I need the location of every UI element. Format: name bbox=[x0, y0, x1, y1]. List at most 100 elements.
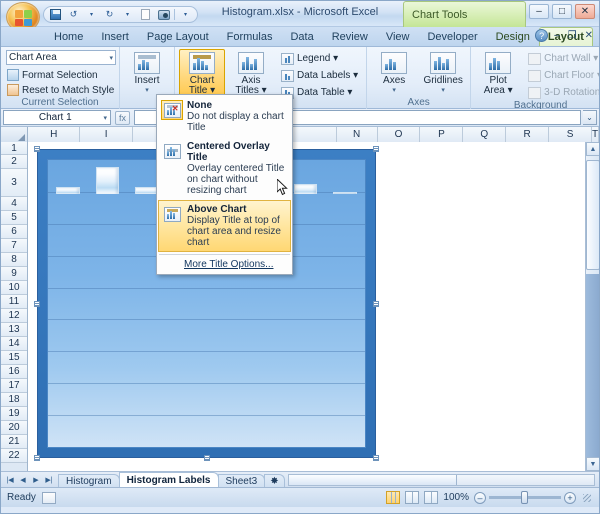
row-header-2[interactable]: 2 bbox=[1, 155, 27, 169]
chart-title-button[interactable]: Chart Title ▾ bbox=[179, 49, 225, 97]
row-header-1[interactable]: 1 bbox=[1, 142, 27, 155]
menu-item-more-title-options[interactable]: More Title Options... bbox=[158, 257, 291, 273]
previous-sheet-button[interactable]: ◀ bbox=[17, 474, 29, 486]
row-header-15[interactable]: 15 bbox=[1, 351, 27, 365]
row-header-5[interactable]: 5 bbox=[1, 211, 27, 225]
vertical-scroll-track[interactable] bbox=[586, 274, 599, 457]
print-preview-icon[interactable] bbox=[156, 7, 171, 22]
page-layout-view-button[interactable] bbox=[405, 491, 420, 504]
resize-handle-middle-left[interactable] bbox=[34, 300, 40, 307]
column-header-m[interactable] bbox=[289, 127, 337, 142]
row-header-3[interactable]: 3 bbox=[1, 169, 27, 197]
sheet-tab-sheet3[interactable]: Sheet3 bbox=[217, 473, 266, 488]
menu-item-centered-overlay-title[interactable]: Centered Overlay Title Overlay centered … bbox=[158, 137, 291, 200]
row-header-6[interactable]: 6 bbox=[1, 225, 27, 239]
tab-design[interactable]: Design bbox=[487, 27, 539, 46]
sheet-tab-histogram-labels[interactable]: Histogram Labels bbox=[118, 471, 219, 488]
row-header-19[interactable]: 19 bbox=[1, 407, 27, 421]
insert-function-button[interactable]: fx bbox=[115, 110, 130, 125]
redo-icon[interactable]: ↻ bbox=[102, 7, 117, 22]
select-all-button[interactable] bbox=[1, 127, 28, 142]
reset-to-match-style-button[interactable]: Reset to Match Style bbox=[5, 83, 114, 97]
plot-area-button[interactable]: Plot Area ▾ bbox=[475, 49, 521, 97]
chart-element-combo[interactable]: Chart Area ▾ bbox=[6, 50, 116, 65]
tab-formulas[interactable]: Formulas bbox=[218, 27, 282, 46]
horizontal-scroll-thumb[interactable] bbox=[288, 474, 457, 485]
row-header-8[interactable]: 8 bbox=[1, 253, 27, 267]
column-header-o[interactable]: O bbox=[377, 127, 421, 142]
bar-7[interactable] bbox=[293, 184, 318, 195]
next-sheet-button[interactable]: ▶ bbox=[30, 474, 42, 486]
undo-dropdown-icon[interactable]: ▾ bbox=[84, 7, 99, 22]
insert-worksheet-button[interactable]: ✸ bbox=[264, 473, 285, 488]
data-labels-button[interactable]: Data Labels ▾ bbox=[277, 68, 362, 83]
close-button[interactable]: ✕ bbox=[575, 4, 595, 19]
row-header-17[interactable]: 17 bbox=[1, 379, 27, 393]
record-macro-icon[interactable] bbox=[41, 491, 56, 504]
column-header-r[interactable]: R bbox=[506, 127, 550, 142]
resize-handle-bottom-left[interactable] bbox=[34, 455, 40, 461]
zoom-slider-thumb[interactable] bbox=[521, 491, 528, 504]
tab-review[interactable]: Review bbox=[323, 27, 377, 46]
minimize-button[interactable]: – bbox=[529, 4, 549, 19]
axes-button[interactable]: Axes ▾ bbox=[371, 49, 417, 97]
restore-workbook-button[interactable]: ❐ bbox=[566, 30, 579, 41]
row-header-10[interactable]: 10 bbox=[1, 281, 27, 295]
bar-8[interactable] bbox=[333, 192, 358, 195]
row-header-14[interactable]: 14 bbox=[1, 337, 27, 351]
column-header-i[interactable]: I bbox=[80, 127, 133, 142]
redo-dropdown-icon[interactable]: ▾ bbox=[120, 7, 135, 22]
zoom-slider-track[interactable] bbox=[489, 491, 561, 504]
row-header-11[interactable]: 11 bbox=[1, 295, 27, 309]
scroll-up-button[interactable]: ▲ bbox=[586, 142, 599, 156]
tab-insert[interactable]: Insert bbox=[92, 27, 138, 46]
column-header-s[interactable]: S bbox=[549, 127, 592, 142]
row-header-7[interactable]: 7 bbox=[1, 239, 27, 253]
new-icon[interactable] bbox=[138, 7, 153, 22]
column-header-t[interactable]: T bbox=[591, 127, 599, 142]
resize-handle-middle-right[interactable] bbox=[373, 300, 379, 307]
tab-developer[interactable]: Developer bbox=[418, 27, 486, 46]
tab-home[interactable]: Home bbox=[45, 27, 92, 46]
row-header-12[interactable]: 12 bbox=[1, 309, 27, 323]
undo-icon[interactable]: ↺ bbox=[66, 7, 81, 22]
zoom-out-button[interactable]: – bbox=[474, 491, 486, 504]
row-header-16[interactable]: 16 bbox=[1, 365, 27, 379]
maximize-button[interactable]: □ bbox=[552, 4, 572, 19]
help-icon[interactable]: ? bbox=[535, 29, 549, 42]
resize-handle-bottom-right[interactable] bbox=[373, 455, 379, 461]
resize-handle-top-left[interactable] bbox=[34, 146, 40, 152]
menu-item-none[interactable]: ✕ None Do not display a chart Title bbox=[158, 96, 291, 137]
vertical-scroll-thumb[interactable] bbox=[586, 160, 599, 270]
resize-grip[interactable] bbox=[581, 492, 593, 504]
column-header-p[interactable]: P bbox=[420, 127, 464, 142]
format-selection-button[interactable]: Format Selection bbox=[5, 68, 98, 82]
zoom-level[interactable]: 100% bbox=[443, 492, 469, 503]
row-header-22[interactable]: 22 bbox=[1, 449, 27, 463]
tab-page-layout[interactable]: Page Layout bbox=[138, 27, 218, 46]
menu-item-above-chart[interactable]: Above Chart Display Title at top of char… bbox=[158, 200, 291, 252]
page-break-preview-button[interactable] bbox=[424, 491, 439, 504]
tab-view[interactable]: View bbox=[377, 27, 419, 46]
vertical-scrollbar[interactable]: ▲ ▼ bbox=[585, 142, 599, 471]
bar-2[interactable] bbox=[95, 166, 120, 195]
name-box[interactable]: Chart 1 ▾ bbox=[3, 110, 111, 125]
zoom-slider[interactable]: – + bbox=[474, 491, 576, 504]
close-workbook-button[interactable]: ✕ bbox=[583, 30, 595, 41]
row-header-21[interactable]: 21 bbox=[1, 435, 27, 449]
column-header-h[interactable]: H bbox=[28, 127, 81, 142]
scroll-down-button[interactable]: ▼ bbox=[586, 457, 599, 471]
resize-handle-bottom-center[interactable] bbox=[203, 455, 210, 461]
tab-data[interactable]: Data bbox=[281, 27, 322, 46]
resize-handle-top-right[interactable] bbox=[373, 146, 379, 152]
last-sheet-button[interactable]: ▶| bbox=[43, 474, 55, 486]
normal-view-button[interactable] bbox=[386, 491, 401, 504]
horizontal-scrollbar[interactable] bbox=[287, 473, 595, 486]
save-icon[interactable] bbox=[48, 7, 63, 22]
row-header-4[interactable]: 4 bbox=[1, 197, 27, 211]
zoom-in-button[interactable]: + bbox=[564, 491, 576, 504]
gridlines-button[interactable]: Gridlines ▾ bbox=[420, 49, 466, 97]
customize-qat-icon[interactable]: ▾ bbox=[178, 7, 193, 22]
expand-formula-bar-button[interactable]: ⌄ bbox=[583, 110, 597, 125]
row-header-18[interactable]: 18 bbox=[1, 393, 27, 407]
